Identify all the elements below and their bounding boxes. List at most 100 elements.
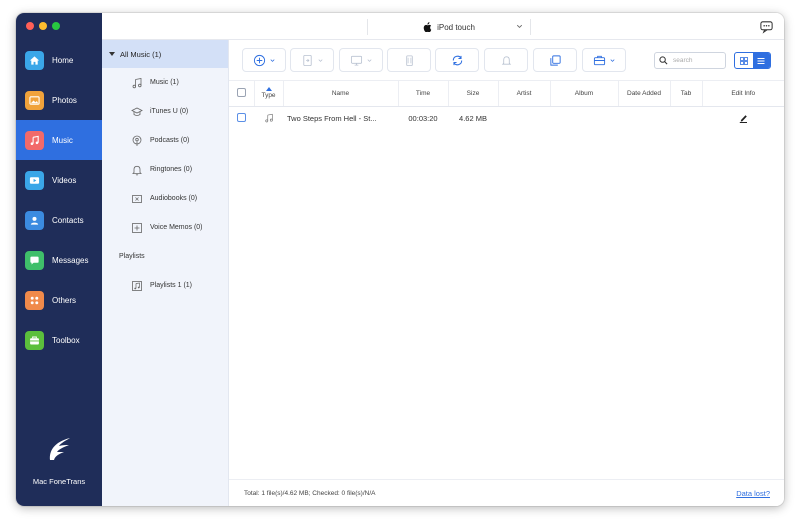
home-icon bbox=[25, 50, 44, 70]
toolbar bbox=[229, 40, 784, 81]
row-select-cell bbox=[229, 106, 254, 131]
column-header-tab[interactable]: Tab bbox=[670, 81, 703, 107]
toolbox-icon bbox=[593, 55, 605, 65]
zoom-window-button[interactable] bbox=[52, 22, 60, 30]
list-icon bbox=[757, 57, 765, 64]
app-window: Home Photos Music Videos Contacts Messag… bbox=[16, 13, 784, 506]
tree-item-music[interactable]: Music (1) bbox=[102, 68, 228, 97]
export-to-device-icon bbox=[302, 54, 312, 66]
time-cell: 00:03:20 bbox=[408, 114, 438, 124]
bell-icon bbox=[132, 165, 142, 175]
tree-item-label: Music (1) bbox=[150, 79, 179, 86]
main-content: Type Name Time Size Artist Album Date Ad… bbox=[229, 40, 784, 506]
sidebar-item-label: Messages bbox=[52, 255, 89, 265]
minimize-window-button[interactable] bbox=[39, 22, 47, 30]
sidebar-item-label: Music bbox=[52, 135, 73, 145]
tree-item-all-music[interactable]: All Music (1) bbox=[102, 40, 228, 68]
music-note-icon bbox=[264, 113, 273, 123]
type-cell bbox=[254, 106, 283, 131]
tree-item-label: iTunes U (0) bbox=[150, 108, 189, 115]
podcast-icon bbox=[132, 135, 142, 146]
contacts-icon bbox=[25, 210, 44, 230]
ringtone-button[interactable] bbox=[484, 48, 528, 72]
sidebar-item-contacts[interactable]: Contacts bbox=[16, 200, 102, 240]
tree-item-label: Ringtones (0) bbox=[150, 166, 193, 173]
sidebar-item-label: Others bbox=[52, 295, 77, 305]
tree-item-voice-memos[interactable]: Voice Memos (0) bbox=[102, 213, 228, 242]
sidebar-item-home[interactable]: Home bbox=[16, 40, 102, 80]
search-input[interactable] bbox=[673, 57, 723, 64]
add-icon bbox=[253, 54, 265, 66]
graduation-cap-icon bbox=[131, 107, 143, 116]
add-button[interactable] bbox=[242, 48, 286, 72]
sort-up-icon bbox=[265, 87, 272, 92]
tree-item-label: Audiobooks (0) bbox=[150, 195, 198, 202]
tab-cell bbox=[670, 106, 702, 131]
column-header-edit-info[interactable]: Edit Info bbox=[702, 81, 784, 107]
brand: Mac FoneTrans bbox=[16, 436, 102, 486]
music-note-icon bbox=[132, 77, 142, 88]
tree-item-label: Voice Memos (0) bbox=[150, 224, 203, 231]
tree-item-itunes-u[interactable]: iTunes U (0) bbox=[102, 97, 228, 126]
audiobook-icon bbox=[132, 194, 142, 203]
chevron-down-icon bbox=[516, 24, 523, 29]
music-table: Type Name Time Size Artist Album Date Ad… bbox=[229, 81, 784, 131]
column-header-album[interactable]: Album bbox=[550, 81, 619, 107]
toolbox-dropdown-button[interactable] bbox=[582, 48, 626, 72]
ringtone-icon bbox=[501, 55, 511, 65]
column-header-time[interactable]: Time bbox=[398, 81, 449, 107]
tree-item-label: Playlists 1 (1) bbox=[150, 282, 193, 289]
music-icon bbox=[25, 130, 44, 150]
list-view-button[interactable] bbox=[752, 53, 770, 68]
sidebar-nav: Home Photos Music Videos Contacts Messag… bbox=[16, 40, 102, 360]
table-row[interactable]: Two Steps From Hell - St... 00:03:20 4.6… bbox=[229, 106, 784, 131]
row-checkbox[interactable] bbox=[237, 113, 246, 123]
status-bar: Total: 1 file(s)/4.62 MB; Checked: 0 fil… bbox=[229, 479, 784, 506]
select-all-checkbox[interactable] bbox=[236, 87, 246, 97]
column-header-date-added[interactable]: Date Added bbox=[618, 81, 671, 107]
sidebar-item-label: Photos bbox=[52, 95, 77, 105]
window-controls bbox=[26, 22, 60, 30]
column-header-size[interactable]: Size bbox=[448, 81, 499, 107]
column-header-artist[interactable]: Artist bbox=[498, 81, 551, 107]
copy-icon bbox=[549, 54, 561, 66]
device-name: iPod touch bbox=[437, 22, 475, 32]
status-text: Total: 1 file(s)/4.62 MB; Checked: 0 fil… bbox=[244, 489, 376, 497]
copy-button[interactable] bbox=[533, 48, 577, 72]
sync-button[interactable] bbox=[435, 48, 479, 72]
column-header-type[interactable]: Type bbox=[254, 81, 284, 107]
videos-icon bbox=[25, 170, 44, 190]
tree-item-ringtones[interactable]: Ringtones (0) bbox=[102, 155, 228, 184]
artist-cell bbox=[498, 106, 550, 131]
export-to-pc-button[interactable] bbox=[339, 48, 383, 72]
select-all-cell bbox=[229, 81, 255, 107]
grid-view-button[interactable] bbox=[735, 53, 753, 68]
export-to-device-button[interactable] bbox=[290, 48, 334, 72]
app-name: Mac FoneTrans bbox=[32, 477, 86, 486]
column-label: Type bbox=[261, 92, 276, 100]
messages-icon bbox=[25, 250, 44, 270]
sidebar-item-toolbox[interactable]: Toolbox bbox=[16, 320, 102, 360]
edit-pencil-icon[interactable] bbox=[739, 113, 748, 123]
sidebar-item-videos[interactable]: Videos bbox=[16, 160, 102, 200]
column-header-name[interactable]: Name bbox=[283, 81, 399, 107]
others-icon bbox=[25, 290, 44, 310]
sidebar-item-others[interactable]: Others bbox=[16, 280, 102, 320]
tree-item-podcasts[interactable]: Podcasts (0) bbox=[102, 126, 228, 155]
chevron-down-icon bbox=[609, 58, 615, 62]
chat-bubble-icon[interactable] bbox=[759, 19, 774, 34]
sidebar-item-music[interactable]: Music bbox=[16, 120, 102, 160]
view-mode-toggle bbox=[734, 52, 771, 69]
close-window-button[interactable] bbox=[26, 22, 34, 30]
sidebar-item-messages[interactable]: Messages bbox=[16, 240, 102, 280]
device-selector[interactable]: iPod touch bbox=[367, 19, 531, 35]
search-icon bbox=[659, 56, 668, 65]
data-lost-link[interactable]: Data lost? bbox=[736, 489, 770, 498]
sidebar-item-label: Toolbox bbox=[52, 335, 80, 345]
delete-button[interactable] bbox=[387, 48, 431, 72]
sidebar-item-label: Home bbox=[52, 55, 74, 65]
voice-memo-icon bbox=[132, 222, 142, 233]
tree-item-audiobooks[interactable]: Audiobooks (0) bbox=[102, 184, 228, 213]
tree-item-playlist-1[interactable]: Playlists 1 (1) bbox=[102, 271, 228, 300]
sidebar-item-photos[interactable]: Photos bbox=[16, 80, 102, 120]
